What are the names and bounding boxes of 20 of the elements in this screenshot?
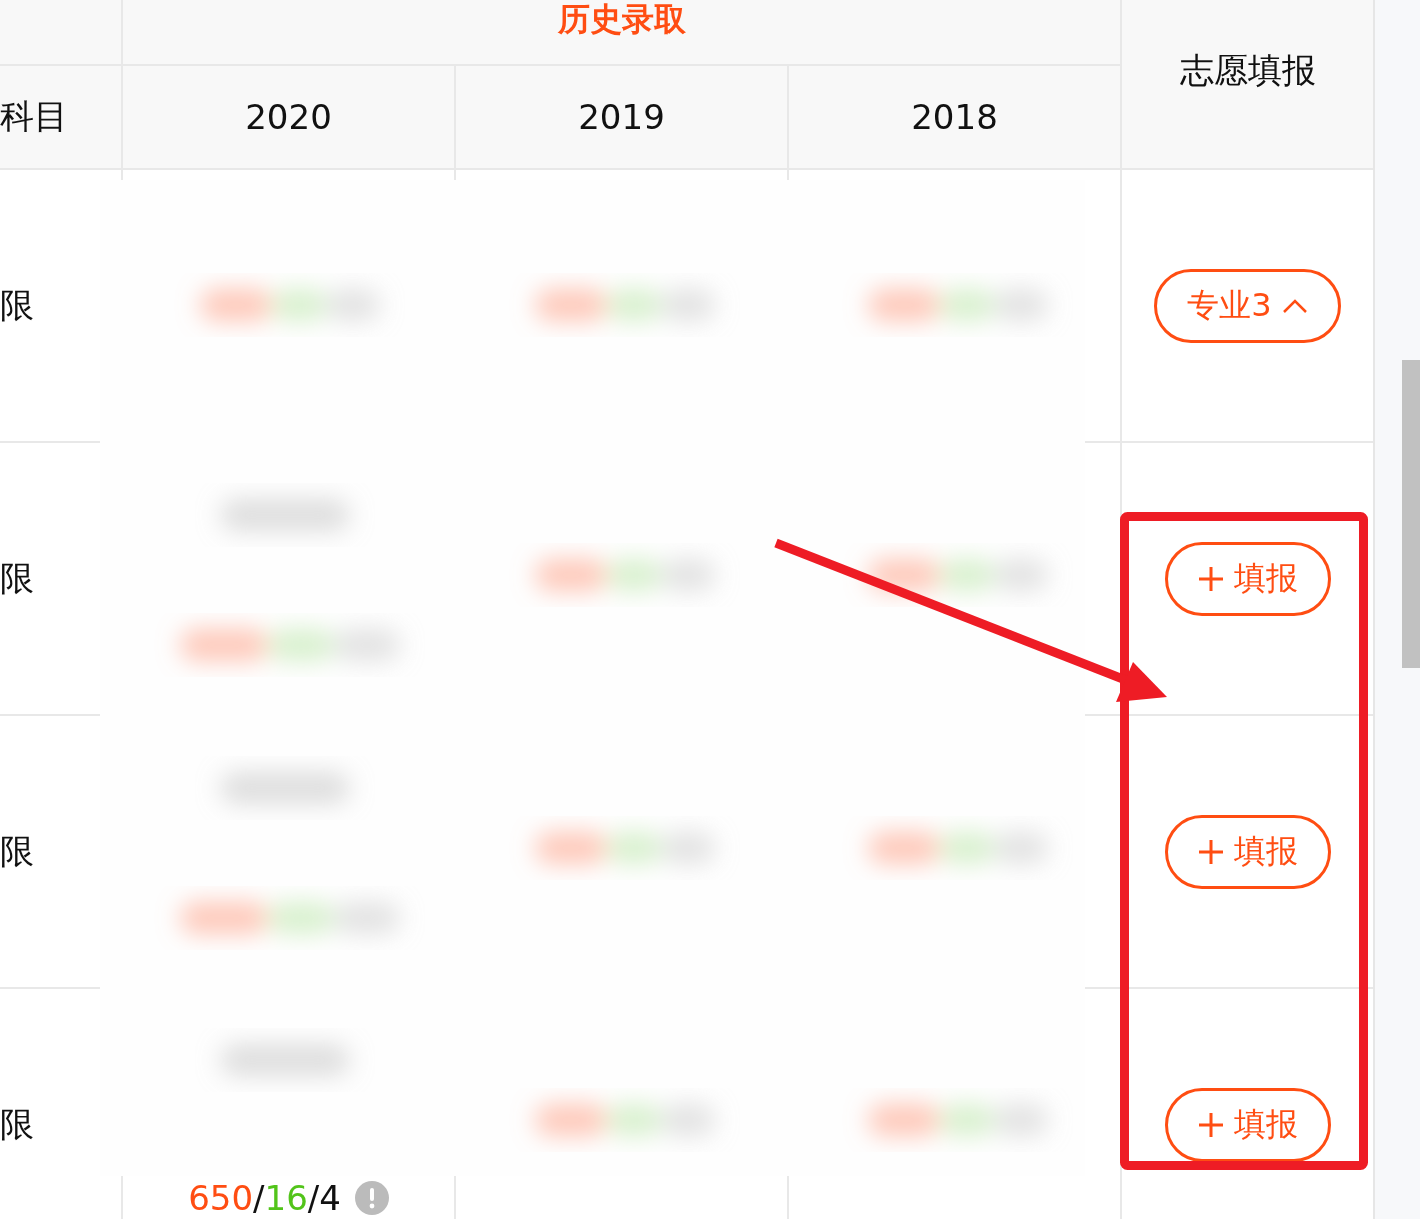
- add-button[interactable]: 填报: [1164, 814, 1331, 889]
- row-label: 限: [0, 556, 34, 600]
- group-header: 历史录取: [557, 0, 686, 38]
- score-text: 650/16/4: [188, 1178, 341, 1218]
- column-header: 科目: [0, 95, 68, 138]
- plus-icon: [1197, 565, 1224, 592]
- plus-icon: [1197, 838, 1224, 865]
- add-button[interactable]: 填报: [1164, 1087, 1331, 1162]
- column-header: 志愿填报: [1179, 49, 1316, 92]
- row-label: 限: [0, 829, 34, 873]
- year-header: 2019: [578, 97, 665, 137]
- info-icon[interactable]: [354, 1181, 389, 1215]
- year-header: 2018: [911, 97, 998, 137]
- plus-icon: [1197, 1111, 1224, 1138]
- add-button[interactable]: 填报: [1164, 541, 1331, 616]
- scrollbar-thumb[interactable]: [1402, 360, 1420, 668]
- row-label: 限: [0, 283, 34, 327]
- year-header: 2020: [245, 97, 332, 137]
- row-label: 限: [0, 1102, 34, 1146]
- expand-button[interactable]: 专业3: [1154, 268, 1341, 343]
